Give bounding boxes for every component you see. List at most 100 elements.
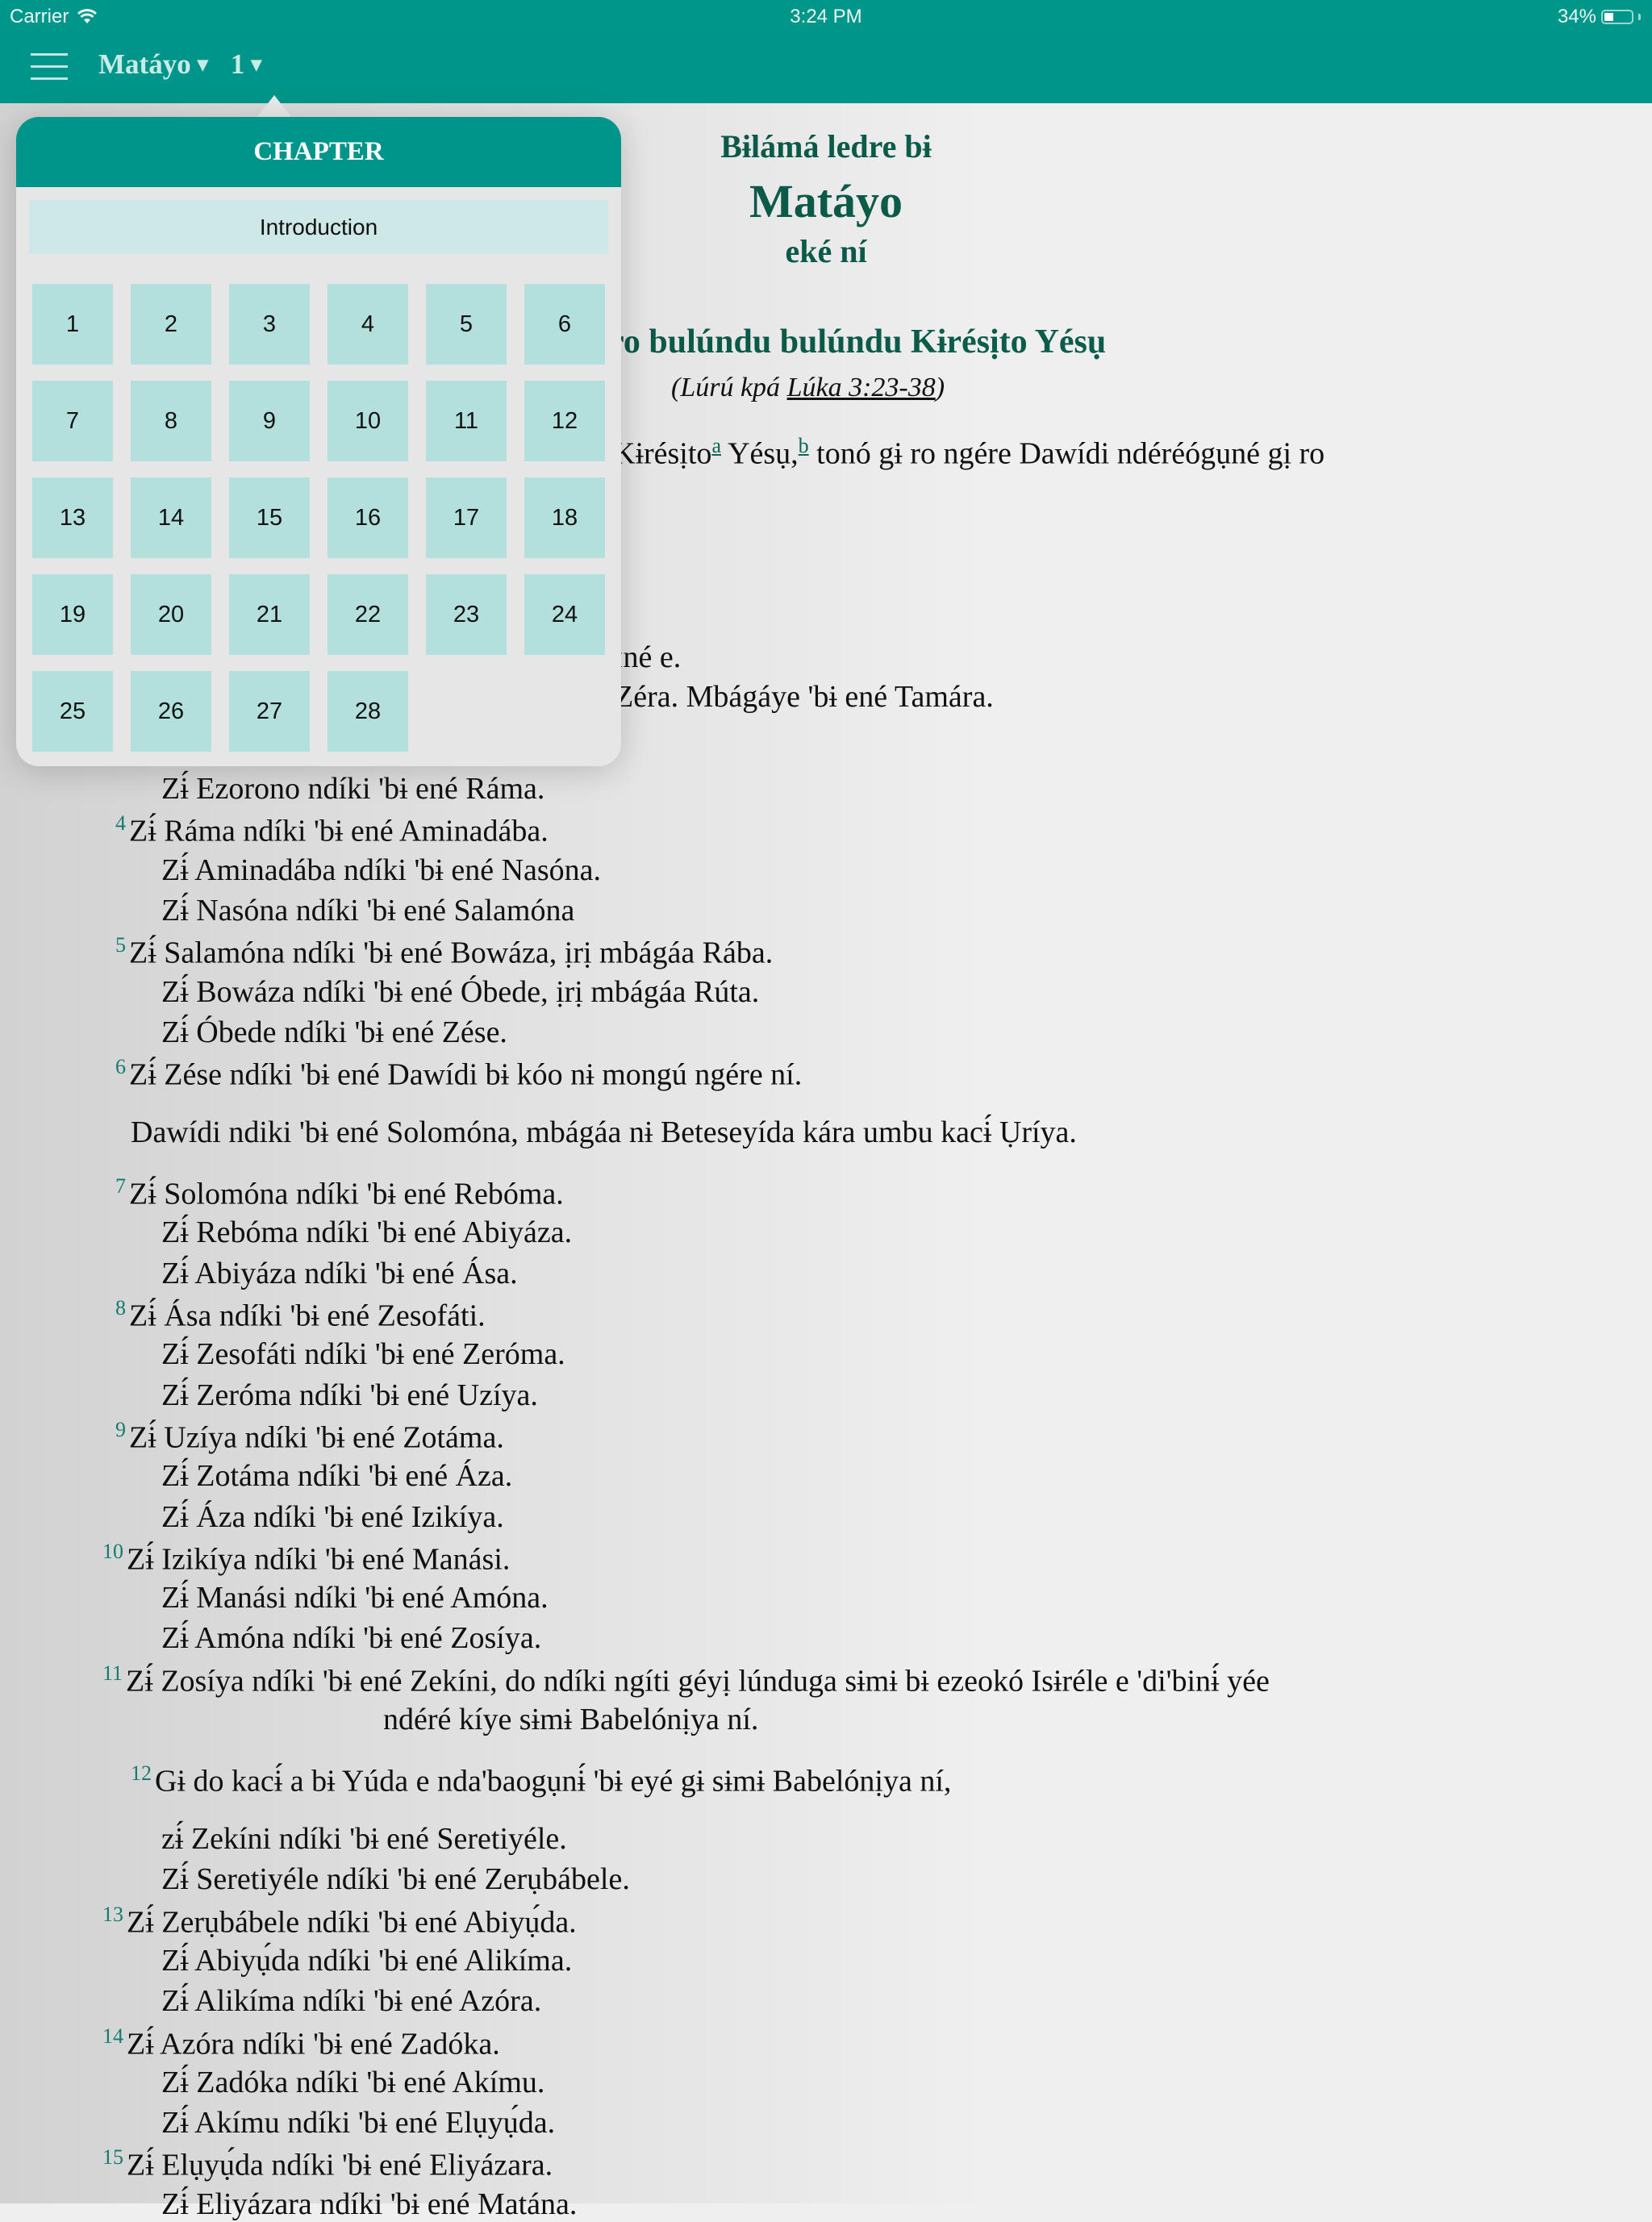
chapter-button[interactable]: 2 [131, 284, 211, 365]
chapter-button[interactable]: 4 [327, 284, 408, 365]
chapter-button[interactable]: 3 [229, 284, 310, 365]
verse-line: Zɨ́ Zadóka ndíki 'bɨ ené Akímu. [161, 2065, 544, 2100]
chapter-button[interactable]: 1 [32, 284, 113, 365]
verse-text: Zɨ́ Manási ndíki 'bɨ ené Amóna. [161, 1581, 549, 1615]
chapter-button[interactable]: 27 [229, 671, 310, 752]
partial-line: Zéra. Mbágáye 'bɨ ené Tamára. [615, 680, 994, 714]
chapter-button[interactable]: 16 [327, 477, 408, 558]
verse-line: Zɨ́ Aminadába ndíki 'bɨ ené Nasóna. [161, 853, 601, 888]
verse-text: Zɨ́ Zotáma ndíki 'bɨ ené Áza. [161, 1459, 513, 1494]
chapter-button[interactable]: 6 [524, 284, 605, 365]
verse-text: Zɨ́ Elụyụ́da ndíki 'bɨ ené Eliyázara. [127, 2149, 553, 2183]
verse-text: Zɨ́ Uzíya ndíki 'bɨ ené Zotáma. [129, 1420, 504, 1455]
crossref-link[interactable]: Lúka 3:23-38 [787, 373, 936, 402]
verse-line: Zɨ́ Zeróma ndíki 'bɨ ené Uzíya. [161, 1378, 538, 1413]
verse-line: Zɨ́ Abiyáza ndíki 'bɨ ené Ása. [161, 1256, 518, 1291]
section-crossref: (Lúrú kpá Lúka 3:23-38) [671, 373, 945, 403]
chevron-down-icon: ▾ [251, 52, 262, 76]
verse-number: 8 [115, 1296, 126, 1319]
verse-text: Zɨ́ Izikíya ndíki 'bɨ ené Manási. [127, 1542, 511, 1577]
battery-nub [1638, 14, 1641, 20]
chapter-button[interactable]: 20 [131, 574, 211, 655]
hamburger-menu-icon[interactable] [31, 53, 68, 81]
verse-text: tonó gɨ ro ngére Dawídi ndéréógụné gị ro [808, 436, 1325, 471]
chapter-button[interactable]: 25 [32, 671, 113, 752]
chapter-button[interactable]: 19 [32, 574, 113, 655]
verse-number: 9 [115, 1417, 126, 1441]
chapter-button[interactable]: 17 [426, 477, 507, 558]
verse-text: Zɨ́ Zése ndíki 'bɨ ené Dawídi bɨ kóo nɨ … [129, 1057, 803, 1092]
verse-number: 11 [102, 1661, 123, 1685]
verse-text: zɨ́ Zekíni ndíki 'bɨ ené Seretiyéle. [161, 1822, 567, 1856]
chapter-button[interactable]: 11 [426, 381, 507, 461]
chapter-button[interactable]: 22 [327, 574, 408, 655]
verse-line: Zɨ́ Nasóna ndíki 'bɨ ené Salamóna [161, 893, 574, 928]
verse-text: Zɨ́ Zadóka ndíki 'bɨ ené Akímu. [161, 2065, 545, 2099]
introduction-button[interactable]: Introduction [29, 200, 608, 254]
verse-line: Zɨ́ Eliyázara ndíki 'bɨ ené Matána. [161, 2187, 577, 2222]
chapter-button[interactable]: 5 [426, 284, 507, 365]
verse-text: Zɨ́ Ása ndíki 'bɨ ené Zesofáti. [129, 1299, 486, 1333]
chapter-button[interactable]: 23 [426, 574, 507, 655]
chapter-button[interactable]: 28 [327, 671, 408, 752]
verse-line: 10 Zɨ́ Izikíya ndíki 'bɨ ené Manási. [102, 1540, 510, 1578]
chapter-button[interactable]: 18 [524, 477, 605, 558]
verse-line: 5 Zɨ́ Salamóna ndíki 'bɨ ené Bowáza, ịrị … [115, 933, 773, 971]
battery-level-fill [1604, 13, 1613, 21]
verse-line: Zɨ́ Bowáza ndíki 'bɨ ené Óbede, ịrị mbág… [161, 974, 759, 1010]
chapter-button[interactable]: 12 [524, 381, 605, 461]
verse-line: 4 Zɨ́ Ráma ndíki 'bɨ ené Aminadába. [115, 811, 549, 849]
chapter-button[interactable]: 10 [327, 381, 408, 461]
chapter-button[interactable]: 24 [524, 574, 605, 655]
book-name: Matáyo [98, 48, 191, 80]
chapter-picker-popover: CHAPTER Introduction 1 2 3 4 5 6 7 8 9 10 11 12 13 14… [16, 117, 621, 766]
verse-1-fragment: Kɨrésịtoa Yésụ,b tonó gɨ ro ngére Dawídi… [613, 434, 1325, 472]
chapter-button[interactable]: 15 [229, 477, 310, 558]
chapter-button[interactable]: 13 [32, 477, 113, 558]
verse-text: Zɨ́ Akímu ndíki 'bɨ ené Elụyụ́da. [161, 2106, 556, 2141]
battery-percent: 34% [1557, 6, 1596, 27]
chapter-button[interactable]: 14 [131, 477, 211, 558]
chapter-button[interactable]: 26 [131, 671, 211, 752]
crossref-suffix: ) [935, 373, 945, 402]
verse-number: 13 [102, 1902, 123, 1926]
verse-line: Zɨ́ Ezorono ndíki 'bɨ ené Ráma. [161, 771, 544, 807]
chapter-selector[interactable]: 1 ▾ [231, 48, 262, 81]
verse-text: Zɨ́ Óbede ndíki 'bɨ ené Zése. [161, 1015, 507, 1049]
verse-text: Zɨ́ Nasóna ndíki 'bɨ ené Salamóna [161, 893, 575, 928]
verse-line: Zɨ́ Amóna ndíki 'bɨ ené Zosíya. [161, 1620, 541, 1656]
navigation-bar: Matáyo ▾ 1 ▾ [0, 34, 1652, 103]
verse-line: 6 Zɨ́ Zése ndíki 'bɨ ené Dawídi bɨ kóo nɨ… [115, 1055, 802, 1093]
chapter-button[interactable]: 9 [229, 381, 310, 461]
battery-group: 34% [1558, 6, 1641, 28]
popover-title: CHAPTER [16, 117, 621, 187]
verse-line: Zɨ́ Óbede ndíki 'bɨ ené Zése. [161, 1015, 507, 1050]
verse-number: 12 [131, 1761, 152, 1785]
popover-arrow [257, 95, 292, 118]
verse-line: 8 Zɨ́ Ása ndíki 'bɨ ené Zesofáti. [115, 1296, 486, 1334]
verse-line: Zɨ́ Zotáma ndíki 'bɨ ené Áza. [161, 1458, 512, 1494]
chapter-button[interactable]: 21 [229, 574, 310, 655]
verse-text: Zɨ́ Aminadába ndíki 'bɨ ené Nasóna. [161, 853, 602, 887]
verse-line: Zɨ́ Akímu ndíki 'bɨ ené Elụyụ́da. [161, 2105, 555, 2141]
verse-line: Zɨ́ Seretiyéle ndíki 'bɨ ené Zerụbábele. [161, 1861, 630, 1897]
verse-number: 15 [102, 2145, 123, 2170]
chapter-button[interactable]: 7 [32, 381, 113, 461]
verse-number: 7 [115, 1174, 126, 1199]
book-selector[interactable]: Matáyo ▾ [98, 48, 208, 81]
verse-line: Zɨ́ Manási ndíki 'bɨ ené Amóna. [161, 1580, 549, 1615]
verse-text: Dawídi ndiki 'bɨ ené Solomóna, mbágáa nɨ… [131, 1115, 1077, 1150]
verse-text: Zɨ́ Ráma ndíki 'bɨ ené Aminadába. [129, 814, 549, 848]
verse-text: Zɨ́ Zerụbábele ndíki 'bɨ ené Abiyụ́da. [127, 1905, 577, 1940]
verse-line: Zɨ́ Abiyụ́da ndíki 'bɨ ené Alikíma. [161, 1943, 572, 1978]
footnote-link-a[interactable]: a [711, 434, 721, 457]
verse-text: Zɨ́ Eliyázara ndíki 'bɨ ené Matána. [161, 2187, 578, 2221]
verse-text: ndéré kíye sɨmɨ Babelónịya ní. [383, 1703, 759, 1736]
verse-text: Zɨ́ Áza ndíki 'bɨ ené Izikíya. [161, 1499, 504, 1534]
status-time: 3:24 PM [790, 6, 862, 27]
verse-line: 11 Zɨ́ Zosíya ndíki 'bɨ ené Zekíni, do nd… [102, 1661, 1270, 1699]
verse-text: Gɨ do kacɨ́ a bɨ Yúda e nda'baogụnɨ́ 'bɨ… [155, 1764, 952, 1799]
footnote-link-b[interactable]: b [799, 434, 809, 457]
verse-text: Zɨ́ Solomóna ndíki 'bɨ ené Rebóma. [129, 1177, 564, 1211]
chapter-button[interactable]: 8 [131, 381, 211, 461]
